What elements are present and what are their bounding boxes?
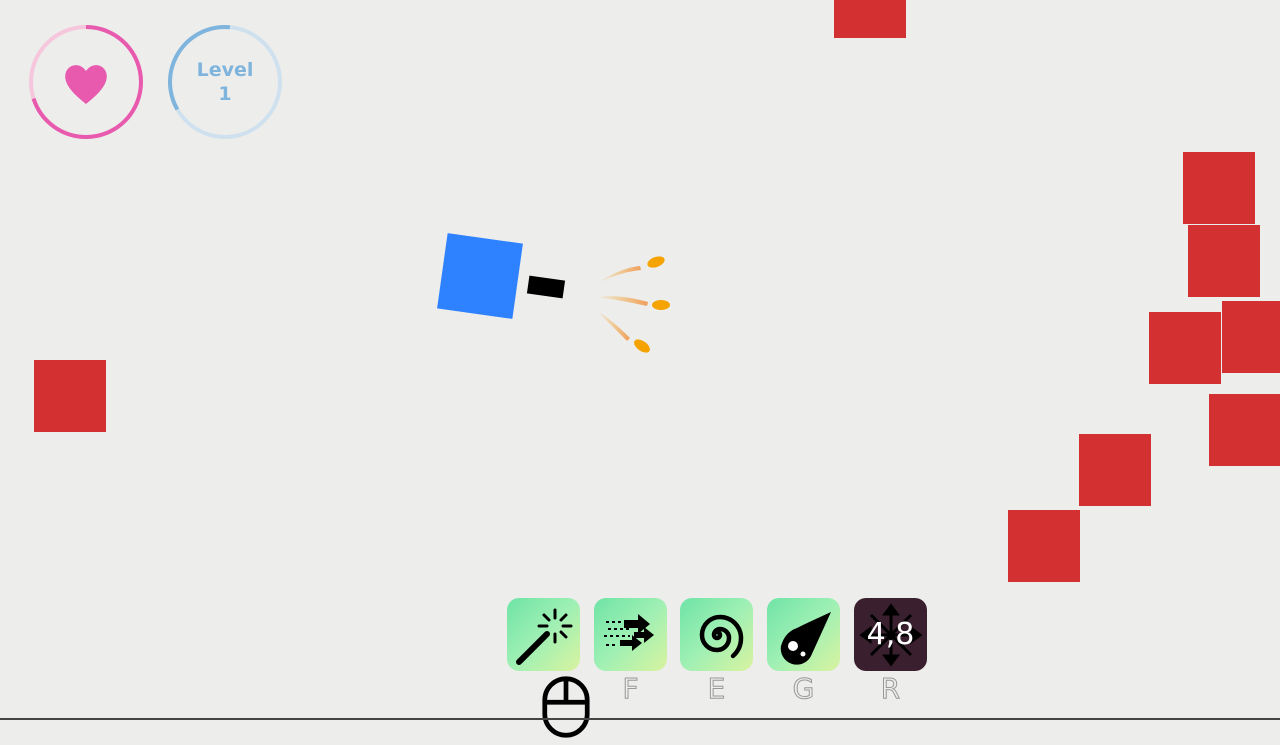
enemy-square [834, 0, 906, 38]
dash-arrows-icon [603, 613, 654, 651]
enemy-square [1209, 394, 1280, 466]
enemy-square [1008, 510, 1080, 582]
enemy-square [1183, 152, 1255, 224]
ability-dash[interactable]: F [594, 598, 667, 704]
ability-spiral[interactable]: E [680, 598, 753, 704]
magic-wand-icon [515, 608, 572, 665]
projectile [634, 339, 650, 353]
ability-key-f: F [622, 672, 639, 705]
player-gun [526, 275, 566, 299]
enemy-square [1149, 312, 1221, 384]
ability-expand[interactable]: 4,8 R [854, 598, 927, 704]
ability-bar: F E G 4,8 R [507, 598, 929, 738]
spiral-icon [699, 614, 743, 658]
projectile [652, 300, 670, 310]
enemy-square [34, 360, 106, 432]
level-label: Level [196, 59, 254, 81]
ability-key-g: G [792, 672, 815, 705]
mouse-icon [533, 674, 599, 745]
cooldown-timer: 4,8 [866, 617, 915, 652]
health-ring [29, 25, 143, 139]
projectile [647, 256, 665, 268]
level-value: 1 [218, 83, 232, 105]
level-indicator: Level 1 [167, 58, 283, 106]
player-square [437, 233, 523, 319]
enemy-square [1222, 301, 1280, 373]
heart-icon [65, 65, 107, 104]
ability-magic-wand[interactable] [507, 598, 590, 738]
ability-key-r: R [880, 672, 901, 705]
meteor-icon [780, 611, 831, 665]
enemy-square [1188, 225, 1260, 297]
ability-key-e: E [707, 672, 726, 705]
projectile-trails [596, 266, 648, 341]
ability-meteor[interactable]: G [767, 598, 840, 704]
enemy-square [1079, 434, 1151, 506]
